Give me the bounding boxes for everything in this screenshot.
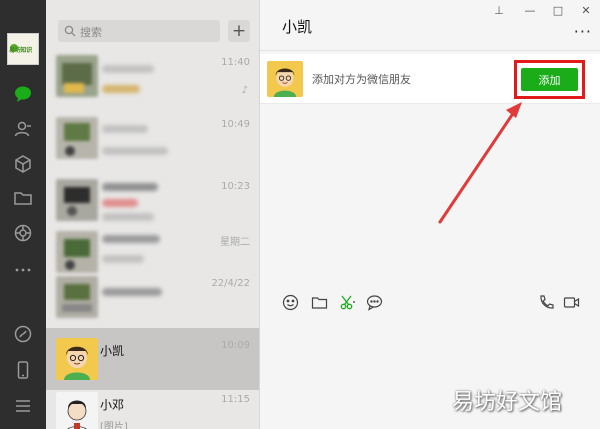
logo-text: 易坊知识: [9, 47, 32, 54]
screenshot-icon[interactable]: [337, 292, 357, 312]
voice-call-icon[interactable]: [536, 292, 556, 312]
sidebar-rail: 易坊知识: [0, 0, 46, 429]
search-placeholder: 搜索: [80, 26, 102, 39]
conversation-pane: ⊥ — □ ✕ 小凯 ··· 添加对方为微信朋友 添加 易坊好文馆: [260, 0, 600, 429]
chat-time: 11:40: [221, 57, 250, 68]
highlight-box: 添加: [514, 60, 585, 99]
add-friend-prompt: 添加对方为微信朋友: [312, 73, 411, 86]
emoji-icon[interactable]: [280, 292, 300, 312]
favorites-icon[interactable]: [11, 152, 35, 176]
chat-preview: [图片]: [100, 422, 128, 429]
avatar: [56, 392, 98, 429]
chat-name: 小凯: [100, 344, 125, 358]
video-call-icon[interactable]: [561, 292, 581, 312]
avatar: [56, 276, 98, 318]
search-icon: [64, 25, 76, 37]
chat-icon[interactable]: [11, 82, 35, 106]
chat-item[interactable]: 10:49: [46, 107, 259, 169]
avatar: [56, 338, 98, 380]
chat-item[interactable]: 11:40 ♪: [46, 45, 259, 107]
add-friend-button[interactable]: 添加: [521, 68, 578, 91]
more-options-icon[interactable]: ···: [574, 22, 592, 41]
contacts-icon[interactable]: [11, 117, 35, 141]
chat-time: 10:23: [221, 181, 250, 192]
search-input[interactable]: 搜索: [58, 20, 220, 42]
moments-icon[interactable]: [11, 221, 35, 245]
avatar: [56, 179, 98, 221]
more-apps-icon[interactable]: [11, 258, 35, 282]
conversation-title: 小凯: [282, 18, 313, 36]
user-avatar[interactable]: 易坊知识: [7, 33, 39, 65]
chat-history-icon[interactable]: [364, 292, 384, 312]
start-chat-button[interactable]: +: [228, 20, 250, 42]
menu-icon[interactable]: [11, 394, 35, 418]
avatar: [56, 55, 98, 97]
chat-time: 10:49: [221, 119, 250, 130]
add-friend-bar: 添加对方为微信朋友 添加: [260, 54, 600, 104]
chat-item-xiaodeng[interactable]: 小邓 [图片] 11:15: [46, 382, 259, 429]
close-icon[interactable]: ✕: [578, 4, 594, 17]
avatar: [56, 117, 98, 159]
maximize-icon[interactable]: □: [550, 4, 566, 17]
minimize-icon[interactable]: —: [522, 4, 538, 17]
avatar: [267, 61, 303, 97]
chat-time: 22/4/22: [211, 278, 250, 289]
chat-name: 小邓: [100, 398, 125, 412]
chat-time: 10:09: [221, 340, 250, 351]
plus-icon: +: [231, 20, 247, 41]
muted-icon: ♪: [241, 85, 248, 96]
pin-icon[interactable]: ⊥: [491, 4, 507, 17]
chat-item[interactable]: 22/4/22: [46, 266, 259, 328]
chat-item-xiaokai[interactable]: 小凯 10:09: [46, 328, 259, 390]
mini-programs-icon[interactable]: [11, 322, 35, 346]
watermark: 易坊好文馆: [452, 390, 563, 415]
chat-time: 星期二: [220, 237, 250, 248]
folder-icon[interactable]: [309, 292, 329, 312]
divider: [260, 50, 600, 51]
chat-time: 11:15: [221, 394, 250, 405]
phone-icon[interactable]: [11, 358, 35, 382]
chat-list-panel: 搜索 + 11:40 ♪ 10:49 10:23 星期二 22/4/22 小凯 …: [46, 0, 260, 429]
folder-icon[interactable]: [11, 186, 35, 210]
